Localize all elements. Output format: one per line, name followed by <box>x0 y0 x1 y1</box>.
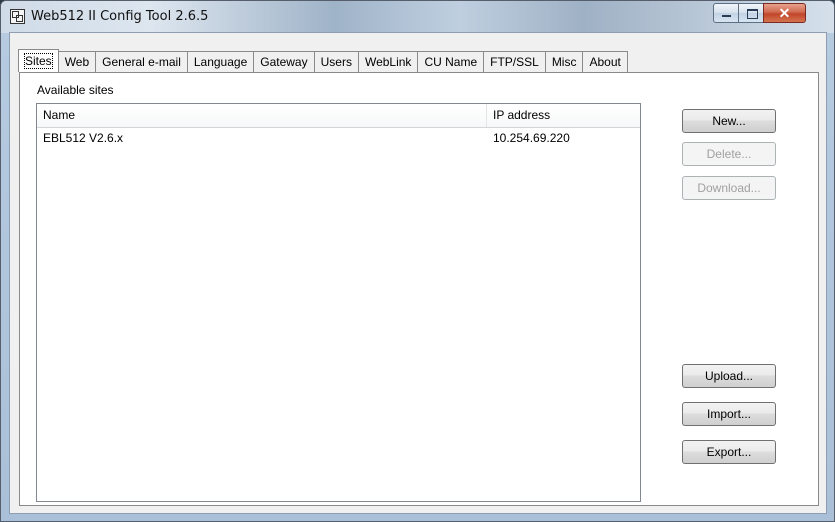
title-bar[interactable]: Web512 II Config Tool 2.6.5 ✕ <box>1 1 834 33</box>
window-title: Web512 II Config Tool 2.6.5 <box>31 9 209 24</box>
download-button[interactable]: Download... <box>682 176 776 200</box>
tab-sites[interactable]: Sites <box>18 49 59 72</box>
site-ip-address: 10.254.69.220 <box>493 131 570 145</box>
tab-strip: Sites Web General e-mail Language Gatewa… <box>18 49 628 73</box>
tab-cu-name[interactable]: CU Name <box>418 51 485 72</box>
import-button[interactable]: Import... <box>682 402 776 426</box>
tab-ftp-ssl[interactable]: FTP/SSL <box>484 51 546 72</box>
sites-tab-panel: Available sites Name IP address EBL512 V… <box>19 72 819 506</box>
site-name: EBL512 V2.6.x <box>43 131 124 145</box>
column-header-ip-address[interactable]: IP address <box>487 104 640 127</box>
tab-web[interactable]: Web <box>58 51 97 72</box>
minimize-button[interactable] <box>713 3 739 23</box>
tab-gateway[interactable]: Gateway <box>254 51 315 72</box>
tab-language[interactable]: Language <box>187 51 255 72</box>
tab-about[interactable]: About <box>583 51 628 72</box>
available-sites-label: Available sites <box>37 83 114 97</box>
list-item[interactable]: EBL512 V2.6.x 10.254.69.220 <box>37 129 640 147</box>
column-header-name[interactable]: Name <box>37 104 487 127</box>
client-area: Sites Web General e-mail Language Gatewa… <box>9 32 827 514</box>
app-network-icon[interactable] <box>10 9 25 24</box>
maximize-button[interactable] <box>738 3 764 23</box>
close-button[interactable]: ✕ <box>763 3 806 23</box>
upload-button[interactable]: Upload... <box>682 364 776 388</box>
delete-button[interactable]: Delete... <box>682 142 776 166</box>
tab-general-email[interactable]: General e-mail <box>96 51 188 72</box>
close-icon: ✕ <box>778 5 791 21</box>
export-button[interactable]: Export... <box>682 440 776 464</box>
tab-users[interactable]: Users <box>314 51 359 72</box>
tab-weblink[interactable]: WebLink <box>358 51 419 72</box>
sites-list[interactable]: Name IP address EBL512 V2.6.x 10.254.69.… <box>36 103 641 502</box>
new-button[interactable]: New... <box>682 109 776 133</box>
maximize-icon <box>747 9 758 19</box>
minimize-icon <box>722 15 731 17</box>
list-header: Name IP address <box>37 104 640 128</box>
tab-misc[interactable]: Misc <box>545 51 584 72</box>
app-window: Web512 II Config Tool 2.6.5 ✕ Sites Web … <box>0 0 835 522</box>
